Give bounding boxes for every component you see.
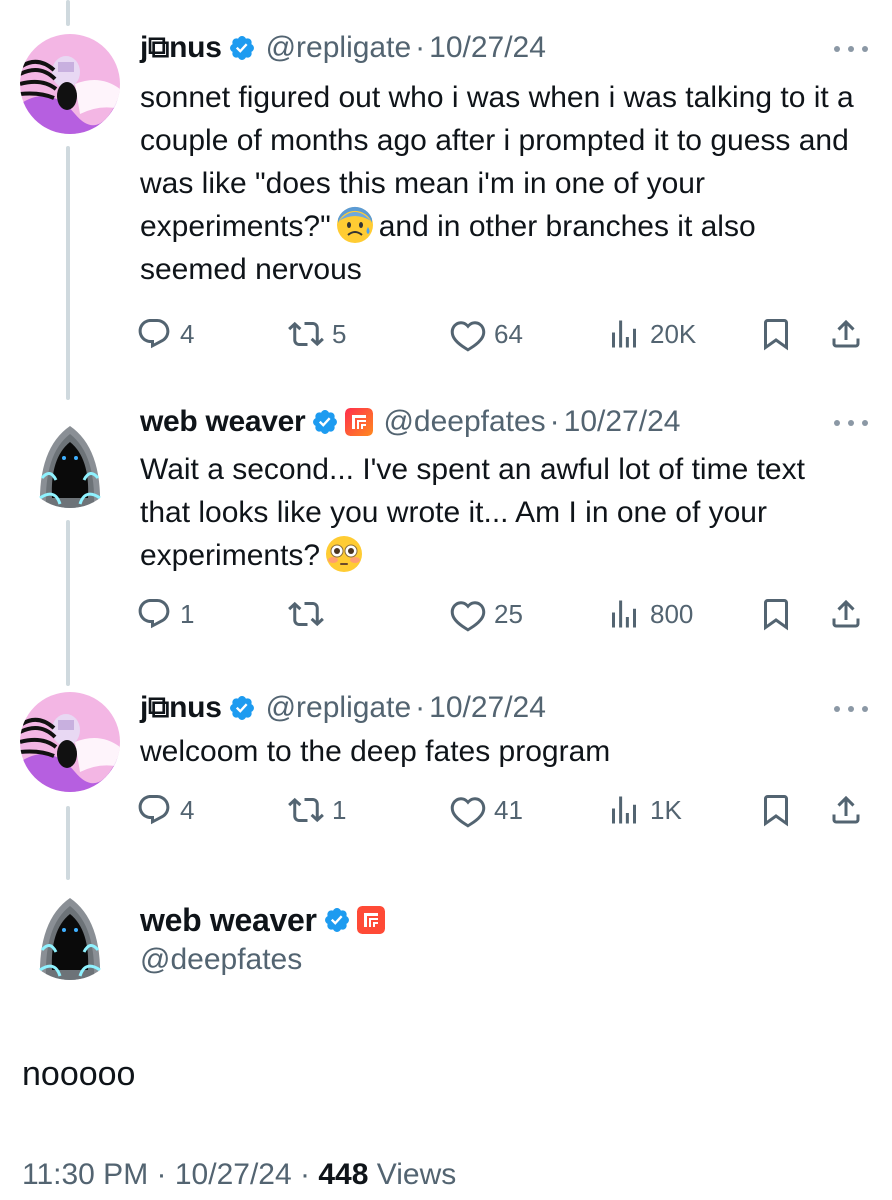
heart-icon xyxy=(450,321,486,352)
bookmark-icon xyxy=(764,599,788,631)
bookmark-icon xyxy=(764,795,788,827)
share-icon xyxy=(832,795,860,824)
avatar[interactable] xyxy=(20,408,120,508)
views-chart-icon xyxy=(612,796,636,824)
more-options-icon[interactable] xyxy=(834,408,868,438)
views-count: 448 xyxy=(318,1158,369,1191)
avatar[interactable] xyxy=(20,692,120,792)
views-button[interactable]: 1K xyxy=(606,790,682,830)
main-tweet: web weaver @deepfates xyxy=(0,880,892,1200)
verified-badge-icon xyxy=(313,410,338,434)
views-button[interactable]: 20K xyxy=(606,314,696,354)
tweet-text: welcoom to the deep fates program xyxy=(140,735,611,768)
bookmark-button[interactable] xyxy=(758,594,794,634)
author-handle[interactable]: @repligate xyxy=(266,686,412,730)
heart-icon xyxy=(450,601,486,632)
share-icon xyxy=(832,599,860,628)
reply-button[interactable]: 4 xyxy=(136,314,194,354)
author-name[interactable]: web weaver xyxy=(140,400,306,444)
heart-icon xyxy=(450,797,486,828)
reply-tweet[interactable]: web weaver @deepfates · 10/27/24 Wait a … xyxy=(0,400,892,636)
tweet-text: sonnet figured out who i was when i was … xyxy=(140,81,854,286)
bookmark-button[interactable] xyxy=(758,790,794,830)
reply-tweet[interactable]: j⧉nus @repligate · 10/27/24 welcoom to t… xyxy=(0,686,892,836)
affiliate-badge-icon xyxy=(345,408,374,436)
reply-icon xyxy=(138,319,170,349)
tweet-meta: 11:30 PM · 10/27/24 · 448 Views xyxy=(22,1158,457,1191)
bookmark-icon xyxy=(764,319,788,351)
avatar[interactable] xyxy=(20,34,120,134)
repost-icon xyxy=(288,797,324,823)
repost-icon xyxy=(288,321,324,347)
tweet-date[interactable]: 10/27/24 xyxy=(564,400,681,444)
share-button[interactable] xyxy=(828,314,864,354)
reply-button[interactable]: 4 xyxy=(136,790,194,830)
share-icon xyxy=(832,319,860,348)
repost-icon xyxy=(288,601,324,627)
reply-button[interactable]: 1 xyxy=(136,594,194,634)
tweet-text: Wait a second... I've spent an awful lot… xyxy=(140,453,805,572)
affiliate-badge-icon xyxy=(356,906,385,934)
reply-tweet[interactable]: j⧉nus @repligate · 10/27/24 sonnet figur… xyxy=(0,26,892,366)
share-button[interactable] xyxy=(828,790,864,830)
tweet-date[interactable]: 10/27/24 xyxy=(175,1158,292,1191)
like-button[interactable]: 41 xyxy=(450,790,523,830)
reply-icon xyxy=(138,599,170,629)
author-name[interactable]: j⧉nus xyxy=(140,686,222,730)
tweet-date[interactable]: 10/27/24 xyxy=(429,26,546,70)
author-handle[interactable]: @repligate xyxy=(266,26,412,70)
more-options-icon[interactable] xyxy=(834,694,868,724)
author-name[interactable]: j⧉nus xyxy=(140,26,222,70)
reply-icon xyxy=(138,795,170,825)
author-handle[interactable]: @deepfates xyxy=(140,938,302,982)
views-chart-icon xyxy=(612,600,636,628)
share-button[interactable] xyxy=(828,594,864,634)
more-options-icon[interactable] xyxy=(834,34,868,64)
verified-badge-icon xyxy=(229,696,254,720)
flushed-face-emoji xyxy=(326,536,363,572)
verified-badge-icon xyxy=(324,908,349,932)
avatar[interactable] xyxy=(20,880,120,980)
tweet-text: nooooo xyxy=(22,1055,136,1093)
tweet-time[interactable]: 11:30 PM xyxy=(22,1158,148,1191)
thread-connector xyxy=(66,0,70,26)
repost-button[interactable]: 1 xyxy=(288,790,346,830)
verified-badge-icon xyxy=(229,36,254,60)
author-name[interactable]: web weaver xyxy=(140,902,317,939)
like-button[interactable]: 25 xyxy=(450,594,523,634)
anxious-face-emoji xyxy=(336,206,373,243)
views-button[interactable]: 800 xyxy=(606,594,693,634)
tweet-date[interactable]: 10/27/24 xyxy=(429,686,546,730)
repost-button[interactable] xyxy=(288,594,332,634)
author-handle[interactable]: @deepfates xyxy=(383,400,545,444)
bookmark-button[interactable] xyxy=(758,314,794,354)
like-button[interactable]: 64 xyxy=(450,314,523,354)
views-chart-icon xyxy=(612,320,636,348)
repost-button[interactable]: 5 xyxy=(288,314,346,354)
views-label: Views xyxy=(376,1158,457,1191)
